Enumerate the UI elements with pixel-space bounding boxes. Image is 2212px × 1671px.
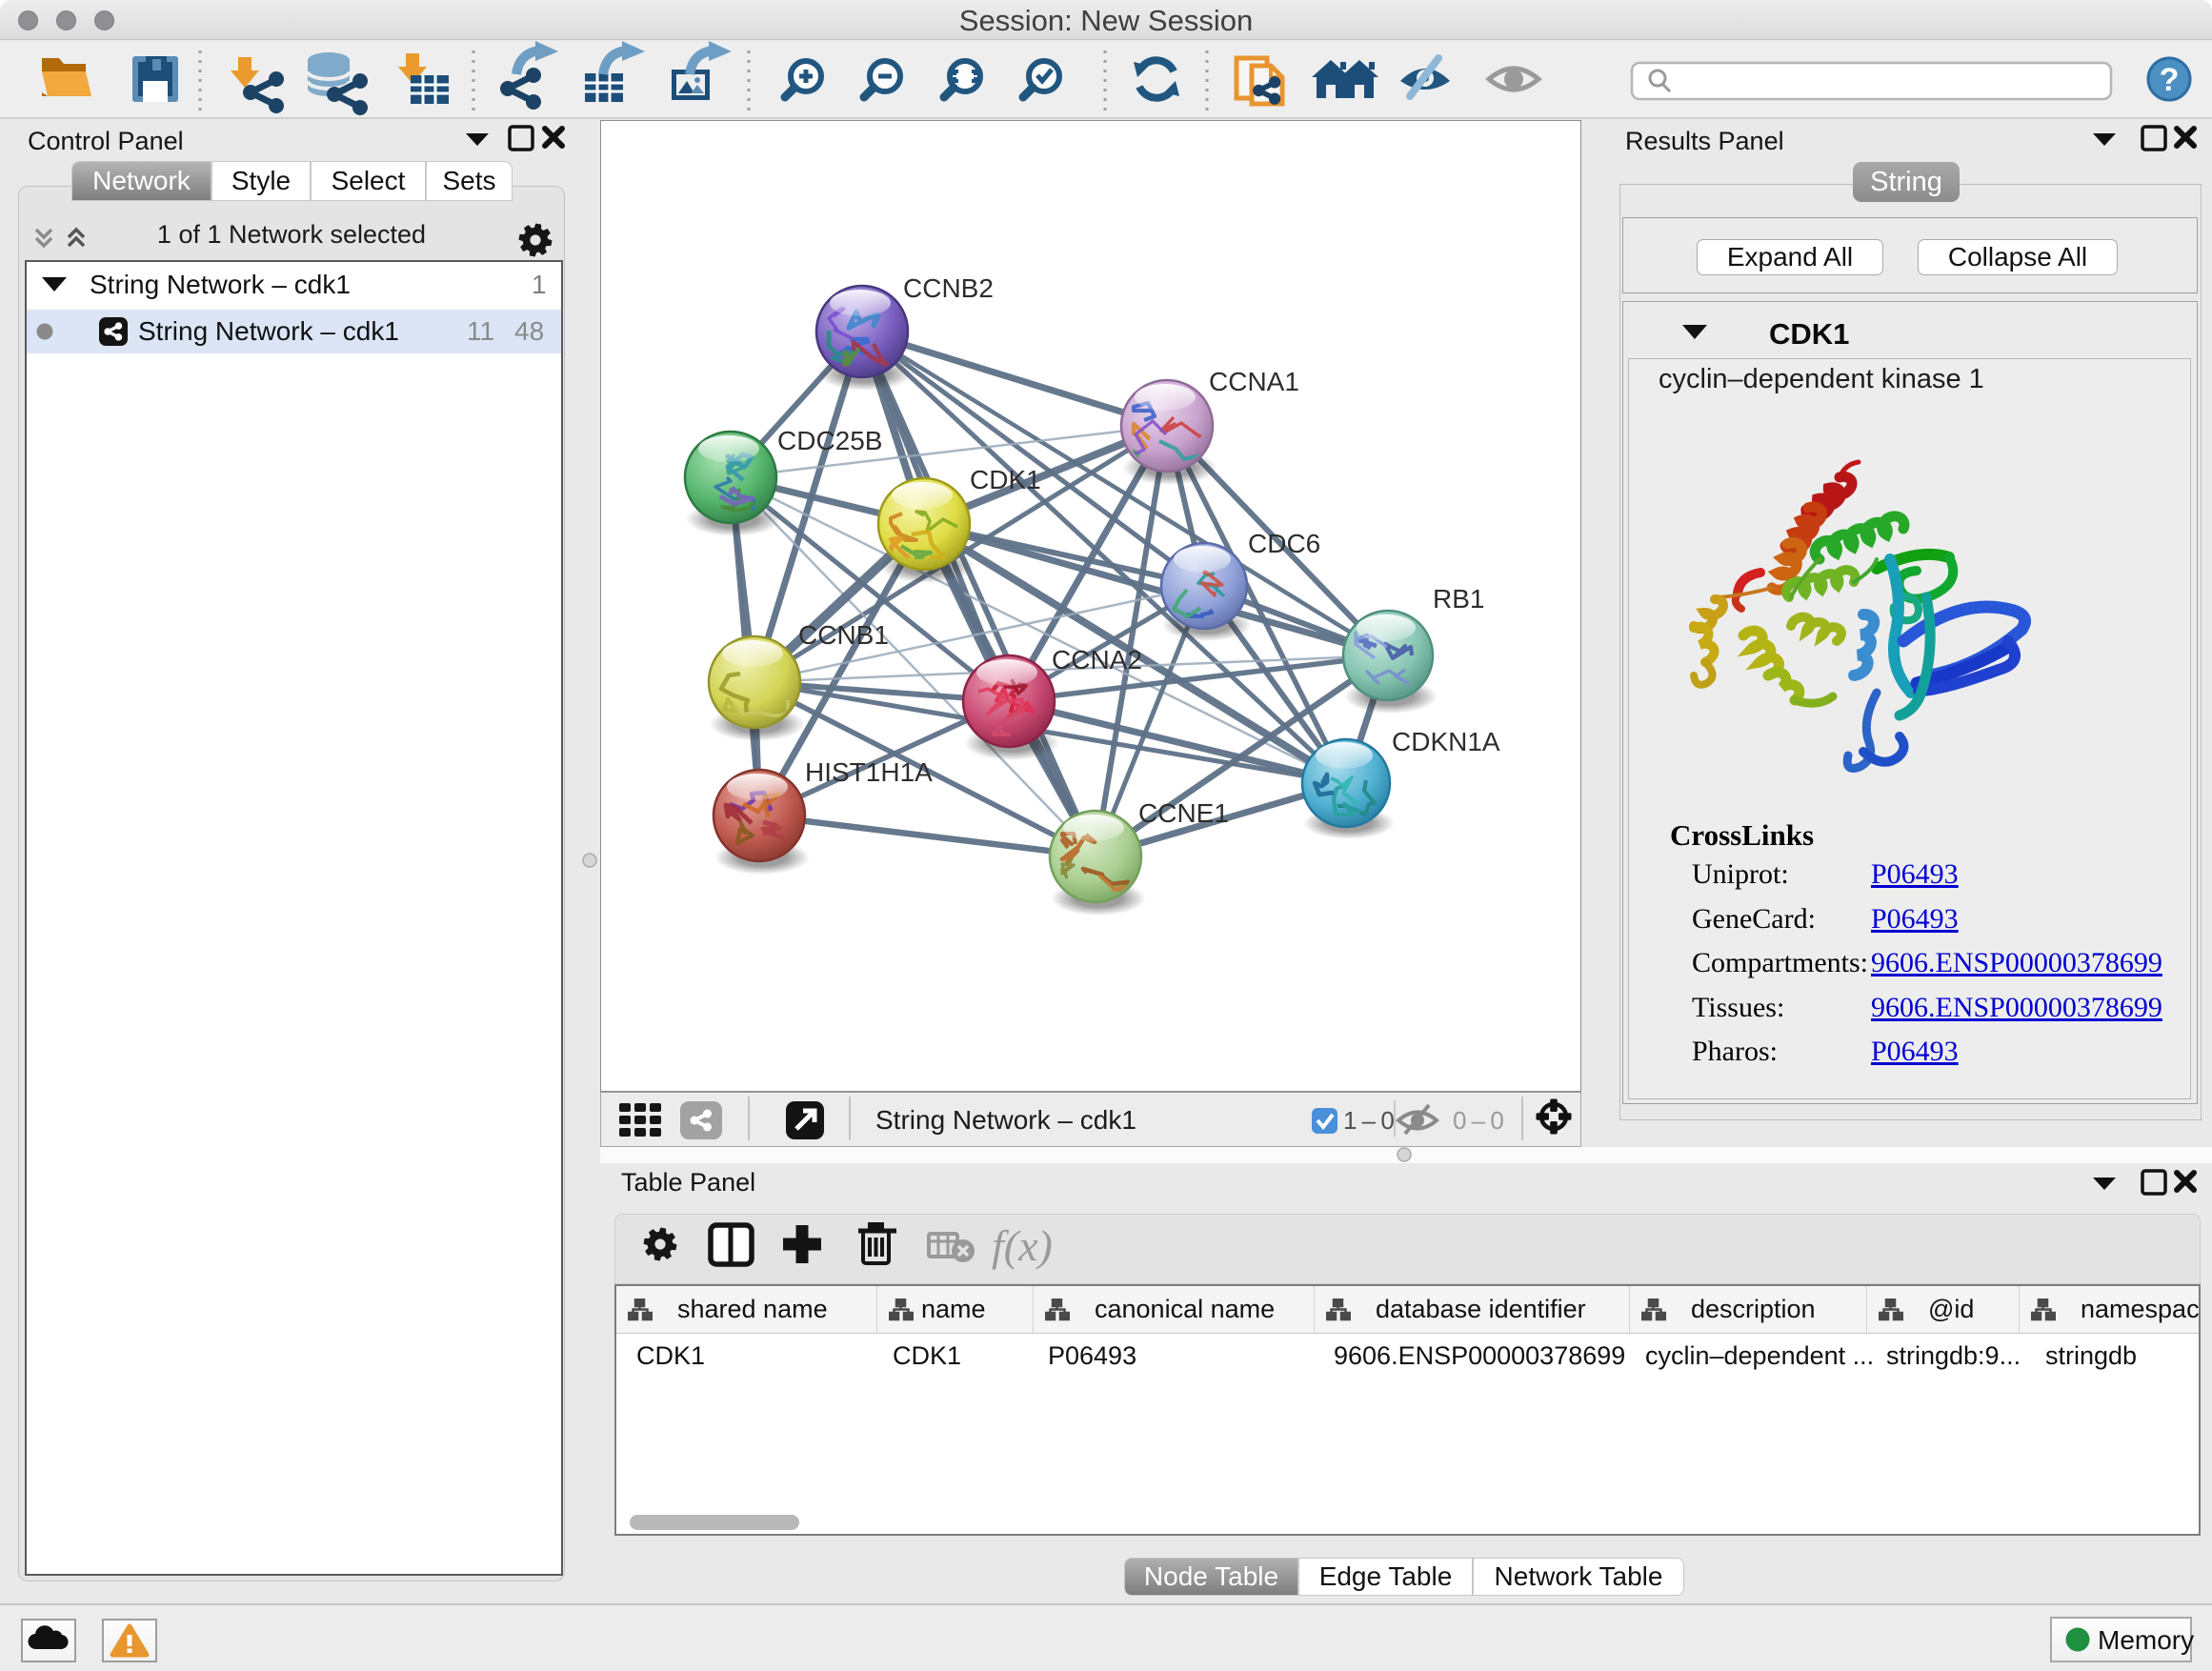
svg-text:RB1: RB1 bbox=[1433, 584, 1484, 614]
svg-text:HIST1H1A: HIST1H1A bbox=[805, 757, 933, 787]
svg-text:CCNA2: CCNA2 bbox=[1052, 645, 1142, 674]
svg-text:1 – 0: 1 – 0 bbox=[1343, 1106, 1395, 1135]
svg-text:CCNB1: CCNB1 bbox=[798, 620, 889, 650]
svg-text:CDC25B: CDC25B bbox=[777, 426, 882, 455]
svg-text:CCNB2: CCNB2 bbox=[903, 273, 994, 303]
svg-text:CCNA1: CCNA1 bbox=[1209, 367, 1299, 396]
svg-text:0 – 0: 0 – 0 bbox=[1453, 1106, 1504, 1135]
svg-text:CDC6: CDC6 bbox=[1248, 529, 1320, 558]
svg-text:CCNE1: CCNE1 bbox=[1138, 798, 1229, 828]
svg-text:CDK1: CDK1 bbox=[970, 465, 1041, 494]
svg-text:?: ? bbox=[2160, 62, 2180, 98]
svg-text:CDKN1A: CDKN1A bbox=[1392, 727, 1500, 756]
svg-text:f(x): f(x) bbox=[992, 1221, 1053, 1270]
